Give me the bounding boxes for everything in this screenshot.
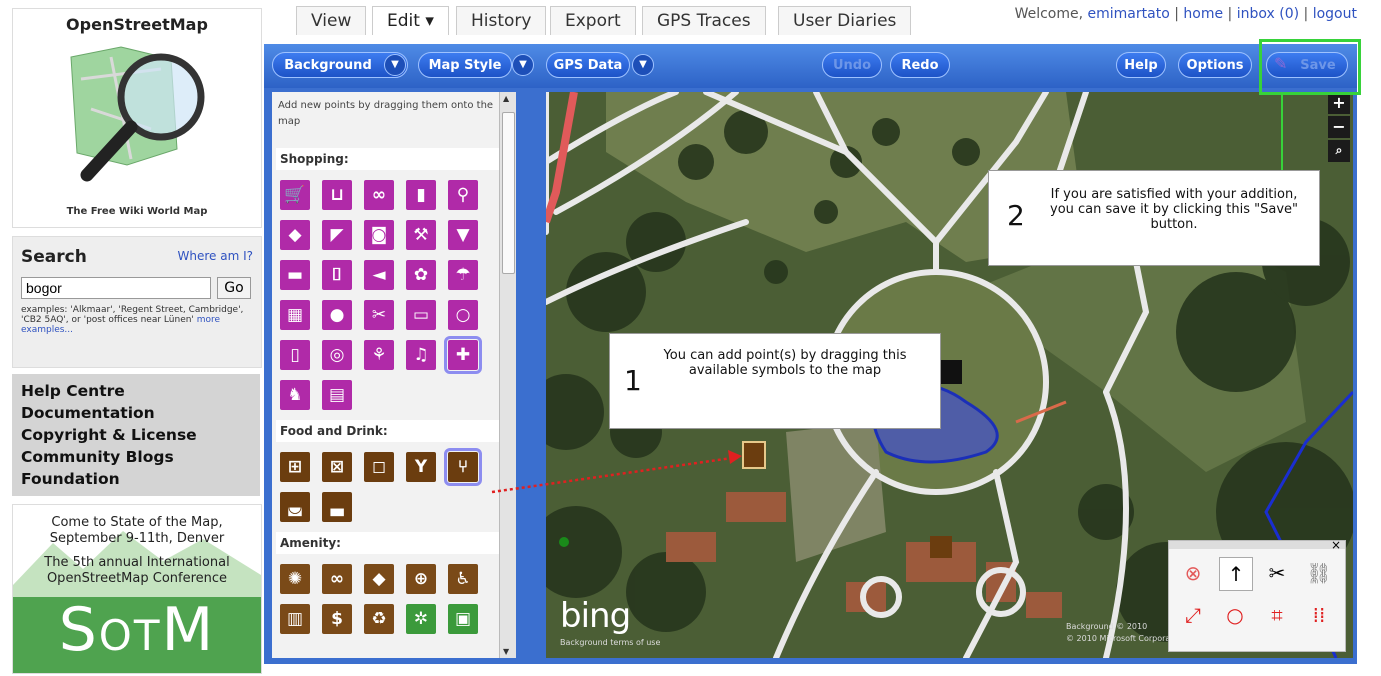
circularise-tool-icon[interactable]: ○ [1219, 599, 1251, 631]
drag-arrow-head-icon [728, 450, 742, 464]
delete-tool-icon[interactable]: ⊗ [1177, 557, 1209, 589]
merge-tool-icon[interactable]: ⛓ [1303, 557, 1335, 589]
save-highlight-box [1259, 39, 1361, 95]
tool-palette-titlebar[interactable] [1169, 541, 1345, 549]
orthogonalise-tool-icon[interactable]: ⌗ [1261, 599, 1293, 631]
direction-tool-icon[interactable]: ↑ [1219, 557, 1253, 591]
tool-palette-close-icon[interactable]: × [1331, 538, 1341, 552]
parallel-tool-icon[interactable]: ⁞⁞ [1303, 599, 1335, 631]
straighten-tool-icon[interactable]: ⤢ [1177, 599, 1209, 631]
drag-arrow [491, 456, 733, 494]
split-tool-icon[interactable]: ✂ [1261, 557, 1293, 589]
tool-palette: × ⊗ ↑ ✂ ⛓ ⤢ ○ ⌗ ⁞⁞ [1168, 538, 1346, 652]
